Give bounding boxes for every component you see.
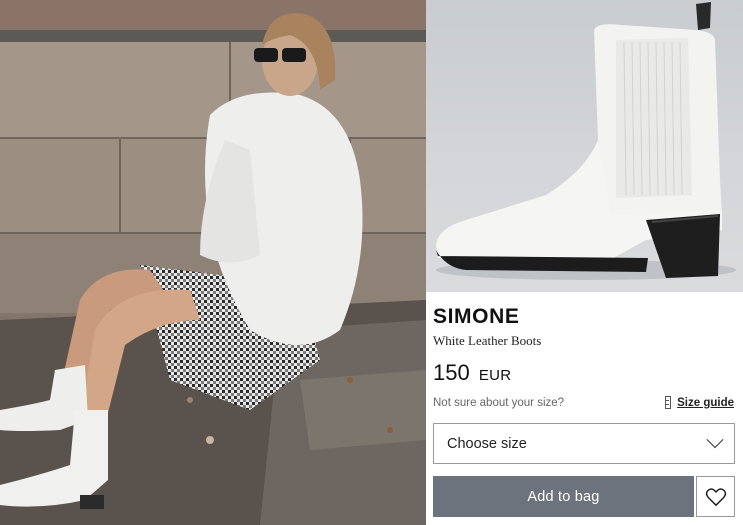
lifestyle-photo bbox=[0, 0, 426, 525]
product-info-panel: SIMONE White Leather Boots 150 EUR Not s… bbox=[426, 292, 743, 525]
product-name: SIMONE bbox=[433, 305, 520, 328]
size-hint-text: Not sure about your size? bbox=[433, 397, 565, 409]
lifestyle-photo-illustration bbox=[0, 0, 426, 525]
heart-icon bbox=[705, 487, 726, 506]
boot-illustration bbox=[436, 2, 736, 280]
ruler-icon bbox=[665, 396, 672, 409]
size-guide-label: Size guide bbox=[677, 396, 734, 409]
product-photo bbox=[426, 0, 743, 292]
product-price: 150 EUR bbox=[433, 360, 511, 386]
price-currency: EUR bbox=[478, 367, 512, 384]
product-subtitle: White Leather Boots bbox=[433, 333, 542, 348]
wishlist-button[interactable] bbox=[696, 476, 735, 517]
size-select-value: Choose size bbox=[447, 435, 527, 452]
add-to-bag-button[interactable]: Add to bag bbox=[433, 476, 694, 517]
size-guide-link[interactable]: Size guide bbox=[665, 396, 734, 409]
price-amount: 150 bbox=[433, 360, 470, 385]
chevron-down-icon bbox=[706, 430, 724, 448]
size-select[interactable]: Choose size bbox=[433, 423, 735, 464]
